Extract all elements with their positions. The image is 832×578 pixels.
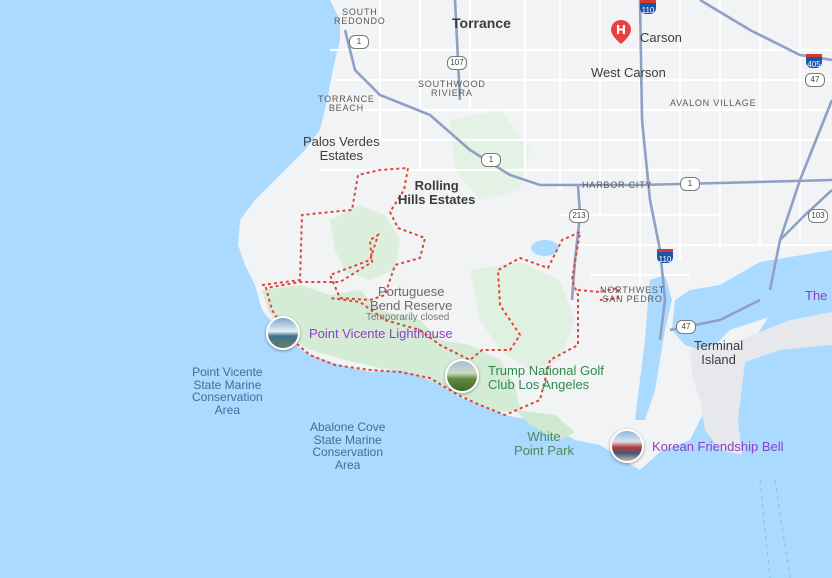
- label-southwood-riviera: SOUTHWOOD RIVIERA: [418, 79, 486, 99]
- label-northwest-san-pedro: NORTHWEST SAN PEDRO: [600, 285, 666, 305]
- interstate-shield-110: 110: [657, 249, 673, 264]
- label-rolling-hills-estates: Rolling Hills Estates: [398, 178, 476, 207]
- label-white-point-park: White Point Park: [514, 429, 574, 458]
- interstate-shield-405: 405: [806, 54, 822, 69]
- route-shield-47: 47: [676, 320, 696, 334]
- lake: [531, 240, 559, 256]
- korean-friendship-bell-photo[interactable]: [610, 429, 644, 463]
- hospital-pin-icon[interactable]: [611, 20, 631, 44]
- label-west-carson: West Carson: [591, 65, 666, 80]
- label-terminal-island: Terminal Island: [694, 338, 744, 367]
- trump-golf-photo[interactable]: [445, 359, 479, 393]
- label-avalon-village: AVALON VILLAGE: [670, 98, 757, 108]
- label-south-redondo: SOUTH REDONDO: [334, 7, 386, 27]
- label-torrance-beach: TORRANCE BEACH: [318, 94, 375, 114]
- label-abalone-cove-smca: Abalone Cove State Marine Conservation A…: [310, 420, 386, 472]
- label-temporarily-closed: Temporarily closed: [366, 312, 450, 323]
- route-shield-107: 107: [447, 56, 467, 70]
- route-shield-47: 47: [805, 73, 825, 87]
- label-portuguese-bend-reserve: Portuguese Bend Reserve: [370, 284, 453, 313]
- route-shield-213: 213: [569, 209, 589, 223]
- label-harbor-city: HARBOR CITY: [582, 180, 653, 190]
- interstate-shield-110: 110: [640, 0, 656, 15]
- label-carson: Carson: [640, 30, 682, 45]
- route-shield-1: 1: [680, 177, 700, 191]
- poi-point-vicente-lighthouse[interactable]: Point Vicente Lighthouse: [309, 327, 453, 341]
- poi-edge-label[interactable]: The: [805, 289, 827, 303]
- point-vicente-lighthouse-photo[interactable]: [266, 316, 300, 350]
- label-palos-verdes-estates: Palos Verdes Estates: [303, 134, 380, 163]
- route-shield-1: 1: [481, 153, 501, 167]
- map-canvas[interactable]: Torrance Carson West Carson Palos Verdes…: [0, 0, 832, 578]
- route-shield-1: 1: [349, 35, 369, 49]
- label-point-vicente-smca: Point Vicente State Marine Conservation …: [192, 365, 263, 417]
- poi-korean-friendship-bell[interactable]: Korean Friendship Bell: [652, 440, 784, 454]
- label-torrance: Torrance: [452, 15, 511, 31]
- harbor-basin: [735, 345, 832, 480]
- poi-trump-national-golf[interactable]: Trump National Golf Club Los Angeles: [488, 364, 604, 391]
- route-shield-103: 103: [808, 209, 828, 223]
